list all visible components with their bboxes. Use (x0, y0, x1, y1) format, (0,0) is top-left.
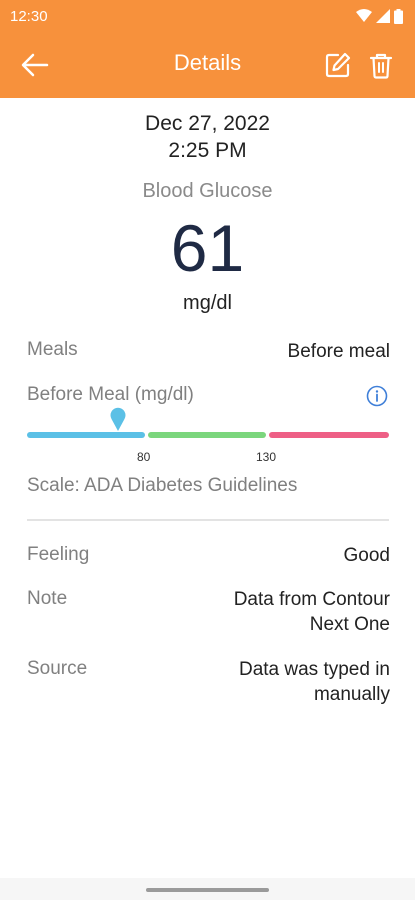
range-tick-low: 80 (137, 450, 151, 464)
note-label: Note (27, 588, 68, 609)
reading-date: Dec 27, 2022 (145, 112, 270, 135)
status-bar: 12:30 (0, 0, 415, 32)
note-line-2: Next One (309, 614, 390, 635)
app-bar: Details (0, 32, 415, 98)
status-icons (356, 8, 403, 24)
reading-time: 2:25 PM (168, 139, 247, 162)
page-title: Details (173, 50, 242, 75)
feeling-label: Feeling (27, 544, 90, 565)
value-marker-icon (110, 407, 126, 431)
range-segment-normal (148, 432, 266, 438)
wifi-icon (356, 9, 372, 22)
glucose-unit: mg/dl (183, 292, 232, 314)
note-value: Data from Contour Next One (234, 587, 390, 637)
source-line-2: manually (313, 684, 390, 705)
range-segment-low (27, 432, 145, 438)
status-time: 12:30 (10, 7, 48, 25)
divider (27, 519, 389, 521)
edit-icon[interactable] (325, 52, 351, 78)
feeling-value: Good (343, 545, 390, 566)
measurement-type: Blood Glucose (142, 180, 273, 202)
note-line-1: Data from Contour (233, 589, 390, 610)
trash-icon[interactable] (369, 52, 393, 79)
glucose-value: 61 (170, 211, 245, 285)
range-tick-high: 130 (256, 450, 277, 464)
battery-icon (394, 8, 403, 24)
scale-source-text: Scale: ADA Diabetes Guidelines (27, 475, 298, 496)
info-icon[interactable] (366, 385, 388, 407)
signal-icon (376, 9, 390, 23)
source-value: Data was typed in manually (239, 657, 390, 707)
source-line-1: Data was typed in (238, 659, 390, 680)
home-gesture-handle[interactable] (146, 888, 269, 892)
range-label: Before Meal (mg/dl) (27, 384, 194, 405)
source-label: Source (27, 658, 88, 679)
meals-label: Meals (27, 339, 78, 360)
range-segment-high (269, 432, 389, 438)
meals-value: Before meal (287, 341, 390, 362)
